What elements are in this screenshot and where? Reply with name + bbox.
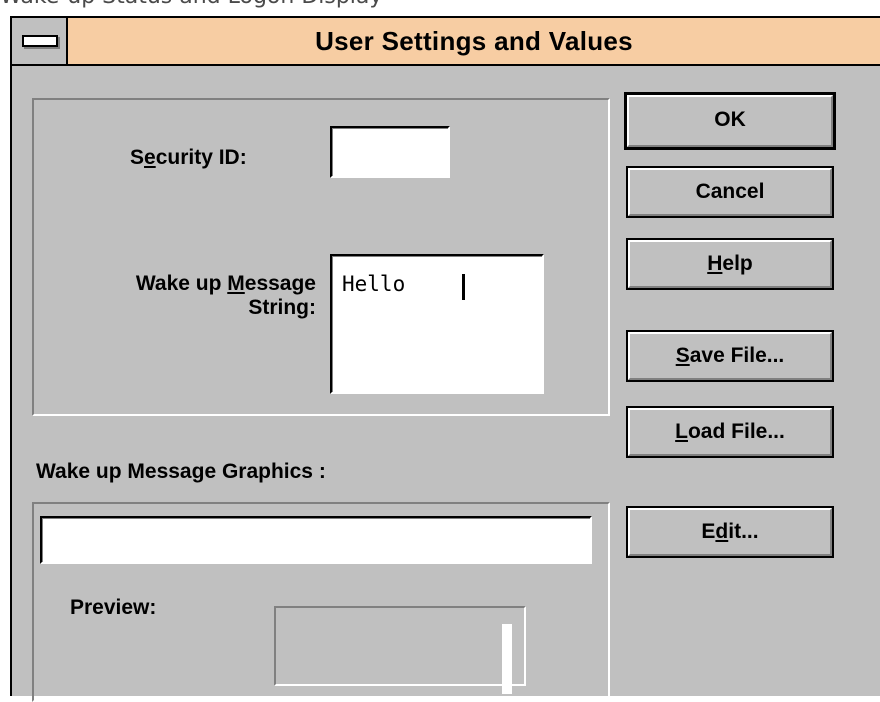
- wake-message-label: Wake up Message String:: [38, 272, 316, 320]
- save-accel: S: [675, 344, 690, 367]
- preview-area: [274, 606, 526, 694]
- security-id-label-accel: e: [144, 146, 156, 169]
- text-caret: [462, 274, 465, 300]
- wake-message-value: Hello: [342, 272, 406, 296]
- load-accel: L: [675, 420, 688, 443]
- edit-accel: d: [715, 520, 729, 543]
- security-id-label: Security ID:: [130, 146, 247, 170]
- wake-message-label-accel: M: [227, 272, 245, 295]
- save-file-button-label: Save File...: [628, 332, 832, 380]
- edit-button-label: Edit...: [628, 508, 832, 556]
- wake-graphics-label: Wake up Message Graphics :: [36, 460, 326, 483]
- help-rest: elp: [722, 252, 753, 275]
- cancel-button-label: Cancel: [695, 180, 765, 203]
- wake-message-label-line2: String:: [248, 296, 316, 319]
- help-button[interactable]: Help: [626, 238, 834, 290]
- wake-message-input[interactable]: Hello: [330, 254, 544, 394]
- ok-button[interactable]: OK: [624, 92, 836, 150]
- ok-button-label: OK: [714, 108, 746, 131]
- preview-label: Preview:: [70, 596, 157, 619]
- cancel-button[interactable]: Cancel: [626, 166, 834, 218]
- edit-button[interactable]: Edit...: [626, 506, 834, 558]
- edit-rest: it...: [728, 520, 759, 543]
- user-values-group: Security ID: Wake up Message String: Hel…: [32, 98, 610, 416]
- security-id-label-post: curity ID:: [155, 146, 247, 169]
- title-bar[interactable]: User Settings and Values: [12, 18, 880, 66]
- save-rest: ave File...: [689, 344, 785, 367]
- security-id-input[interactable]: [330, 126, 450, 178]
- load-rest: oad File...: [687, 420, 785, 443]
- help-accel: H: [707, 252, 723, 275]
- system-menu-icon[interactable]: [12, 18, 68, 64]
- load-file-button-label: Load File...: [628, 408, 832, 456]
- graphics-path-input[interactable]: [40, 516, 592, 564]
- window-caption-text: Wake-up Status and Logon Display: [0, 0, 420, 14]
- help-button-label: Help: [628, 240, 832, 288]
- save-file-button[interactable]: Save File...: [626, 330, 834, 382]
- user-settings-dialog: User Settings and Values Security ID: Wa…: [10, 16, 880, 702]
- wake-message-label-post: essage: [244, 272, 316, 295]
- window-title: User Settings and Values: [315, 26, 633, 56]
- security-id-label-pre: S: [130, 146, 145, 169]
- edit-pre: E: [701, 520, 716, 543]
- preview-scrollbar[interactable]: [502, 624, 512, 694]
- load-file-button[interactable]: Load File...: [626, 406, 834, 458]
- wake-message-label-pre: Wake up: [135, 272, 228, 295]
